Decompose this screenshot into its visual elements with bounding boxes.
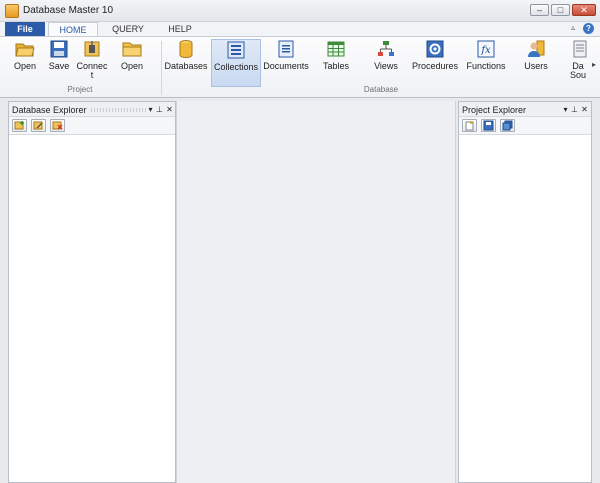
users-button[interactable]: Users [518, 39, 554, 87]
folder-open-icon [15, 43, 35, 57]
ribbon-tab-bar: File HOME QUERY HELP ▵ ? [0, 22, 600, 36]
procedures-gear-icon [426, 40, 444, 58]
project-explorer-title: Project Explorer [462, 105, 527, 115]
minimize-button[interactable]: – [530, 4, 549, 16]
save-project-icon [483, 120, 494, 131]
project-explorer-header: Project Explorer ▾ ⊥ ✕ [459, 102, 591, 117]
documents-button[interactable]: Documents [263, 39, 309, 87]
window-title: Database Master 10 [23, 5, 114, 16]
document-workspace[interactable] [176, 101, 456, 483]
data-source-button[interactable]: Da Sou [566, 39, 590, 87]
connect-button[interactable]: Connec t [76, 39, 108, 87]
add-connection-button[interactable] [12, 119, 27, 132]
open-file-button[interactable]: Open [116, 39, 148, 87]
ribbon-collapse-icon[interactable]: ▵ [568, 23, 578, 33]
ribbon: Open Save Connec t Open Project Database… [0, 36, 600, 98]
new-project-button[interactable] [462, 119, 477, 132]
views-icon [378, 41, 394, 56]
ribbon-scroll-right-icon[interactable]: ▸ [590, 59, 598, 71]
views-button[interactable]: Views [368, 39, 404, 87]
data-source-label-line2: Sou [569, 70, 586, 80]
open-label: Open [13, 61, 37, 71]
collections-button[interactable]: Collections [211, 39, 261, 87]
edit-connection-button[interactable] [31, 119, 46, 132]
svg-text:fx: fx [480, 45, 491, 56]
remove-connection-icon [52, 121, 63, 130]
save-project-button[interactable] [481, 119, 496, 132]
panel-close-icon[interactable]: ✕ [165, 104, 174, 115]
databases-label: Databases [164, 61, 208, 71]
documents-label: Documents [263, 61, 309, 71]
data-source-icon [573, 40, 587, 58]
procedures-button[interactable]: Procedures [412, 39, 458, 87]
database-explorer-title: Database Explorer [12, 105, 87, 115]
database-explorer-tree[interactable] [9, 135, 175, 482]
folder-icon [122, 42, 142, 57]
open-project-button[interactable]: Open [8, 39, 42, 87]
remove-connection-button[interactable] [50, 119, 65, 132]
save-all-button[interactable] [500, 119, 515, 132]
views-label: Views [374, 61, 398, 71]
app-icon [5, 4, 19, 18]
functions-fx-icon: fx [477, 40, 495, 58]
database-icon [179, 40, 193, 59]
project-explorer-panel: Project Explorer ▾ ⊥ ✕ [458, 101, 592, 483]
project-group-label: Project [67, 85, 93, 94]
connect-icon [84, 41, 100, 57]
save-button[interactable]: Save [44, 39, 74, 87]
save-label: Save [48, 61, 70, 71]
connect-label-line2: t [90, 70, 94, 80]
tables-button[interactable]: Tables [318, 39, 354, 87]
functions-label: Functions [466, 61, 506, 71]
close-button[interactable]: ✕ [572, 4, 596, 16]
tab-home[interactable]: HOME [48, 22, 98, 36]
panel-pin-icon[interactable]: ⊥ [155, 104, 164, 115]
help-icon[interactable]: ? [583, 23, 594, 34]
edit-connection-icon [33, 121, 43, 130]
panel-grip [91, 108, 147, 112]
tab-help[interactable]: HELP [164, 22, 196, 36]
database-explorer-header: Database Explorer ▾ ⊥ ✕ [9, 102, 175, 117]
database-group-label: Database [363, 85, 399, 94]
users-icon [528, 40, 545, 57]
collections-icon [227, 41, 245, 59]
database-explorer-toolbar [9, 117, 175, 135]
panel-menu-icon[interactable]: ▾ [561, 104, 570, 115]
table-icon [327, 41, 345, 57]
panel-menu-icon[interactable]: ▾ [146, 104, 155, 115]
databases-button[interactable]: Databases [164, 39, 208, 87]
open2-label: Open [120, 61, 144, 71]
tables-label: Tables [322, 61, 349, 71]
procedures-label: Procedures [412, 61, 459, 71]
project-explorer-toolbar [459, 117, 591, 135]
save-all-icon [502, 120, 513, 131]
tab-file[interactable]: File [5, 22, 45, 36]
collections-label: Collections [213, 62, 259, 72]
floppy-disk-icon [50, 40, 68, 58]
maximize-button[interactable]: □ [551, 4, 570, 16]
panel-close-icon[interactable]: ✕ [580, 104, 589, 115]
panel-pin-icon[interactable]: ⊥ [570, 104, 579, 115]
project-explorer-tree[interactable] [459, 135, 591, 482]
users-label: Users [524, 61, 548, 71]
documents-icon [278, 40, 294, 58]
tab-query[interactable]: QUERY [108, 22, 148, 36]
title-bar: Database Master 10 – □ ✕ [0, 0, 600, 22]
new-project-icon [465, 121, 474, 131]
add-connection-icon [14, 121, 24, 130]
database-explorer-panel: Database Explorer ▾ ⊥ ✕ [8, 101, 176, 483]
functions-button[interactable]: fx Functions [464, 39, 508, 87]
